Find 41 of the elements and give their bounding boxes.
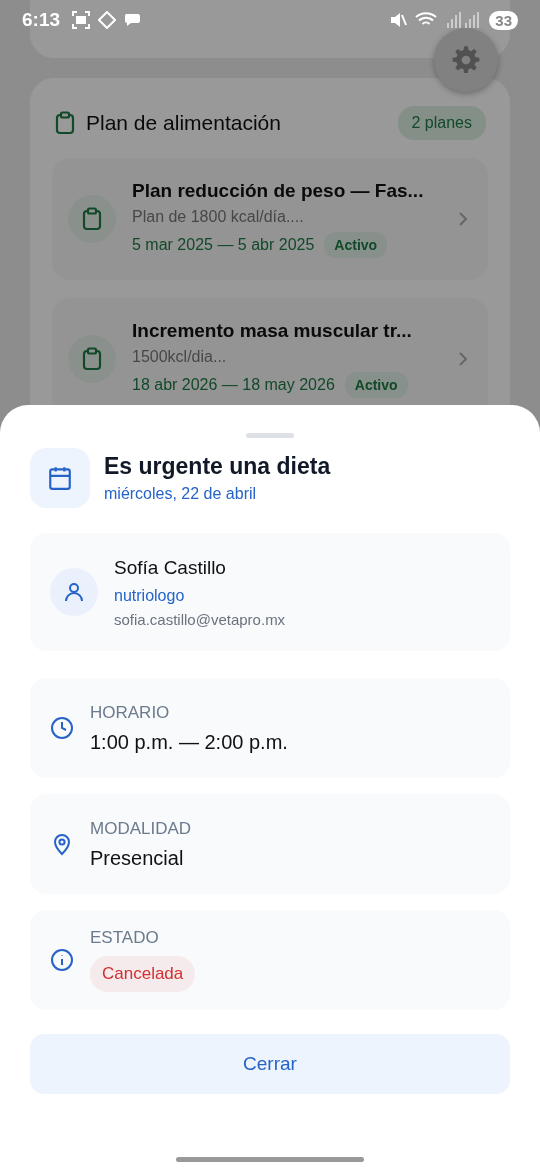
status-badge: Activo <box>324 232 388 258</box>
plan-description: Plan de 1800 kcal/día.... <box>132 208 305 226</box>
info-icon <box>50 948 74 972</box>
clipboard-icon <box>81 347 103 371</box>
screenshot-icon <box>72 11 91 29</box>
chat-icon <box>124 12 143 28</box>
contact-email: sofia.castillo@vetapro.mx <box>114 610 286 628</box>
person-icon <box>62 580 86 604</box>
home-indicator[interactable] <box>176 1157 364 1162</box>
count-badge: 2 planes <box>397 106 486 140</box>
status-badge: Cancelada <box>90 956 196 992</box>
close-button[interactable]: Cerrar <box>30 1034 510 1094</box>
plan-title: Plan reducción de peso — Fas... <box>132 180 425 202</box>
contact-name: Sofía Castillo <box>114 556 227 579</box>
status-badge: Activo <box>344 372 408 398</box>
plan-item[interactable]: Plan reducción de peso — Fas... Plan de 1800 kcal/día.... 5 mar 2025 — 5 abr 2025 Activo <box>52 158 488 280</box>
plan-dates: 5 mar 2025 — 5 abr 2025 <box>132 236 315 254</box>
settings-icon <box>451 45 481 75</box>
clipboard-icon <box>54 111 76 135</box>
chevron-right-icon <box>458 351 468 367</box>
drag-handle[interactable] <box>246 433 294 438</box>
plan-description: 1500kcl/dia... <box>132 348 228 366</box>
contact-role: nutriologo <box>114 586 186 605</box>
clock-icon <box>50 716 74 740</box>
detail-label: ESTADO <box>90 928 160 948</box>
clipboard-icon <box>81 207 103 231</box>
detail-label: MODALIDAD <box>90 818 192 839</box>
mute-icon <box>389 11 408 29</box>
detail-value: Presencial <box>90 846 185 870</box>
chevron-right-icon <box>458 211 468 227</box>
event-date: miércoles, 22 de abril <box>104 485 258 503</box>
plan-dates: 18 abr 2026 — 18 may 2026 <box>132 376 335 394</box>
detail-value: 1:00 p.m. — 2:00 p.m. <box>90 730 288 754</box>
clock-time: 6:13 <box>22 9 61 31</box>
detail-label: HORARIO <box>90 702 171 723</box>
sheet-title: Es urgente una dieta <box>104 453 331 480</box>
diamond-icon <box>98 11 117 29</box>
signal-icon <box>445 11 482 29</box>
plan-title: Incremento masa muscular tr... <box>132 320 413 342</box>
card-title: Plan de alimentación <box>86 111 282 135</box>
calendar-icon <box>47 465 73 491</box>
